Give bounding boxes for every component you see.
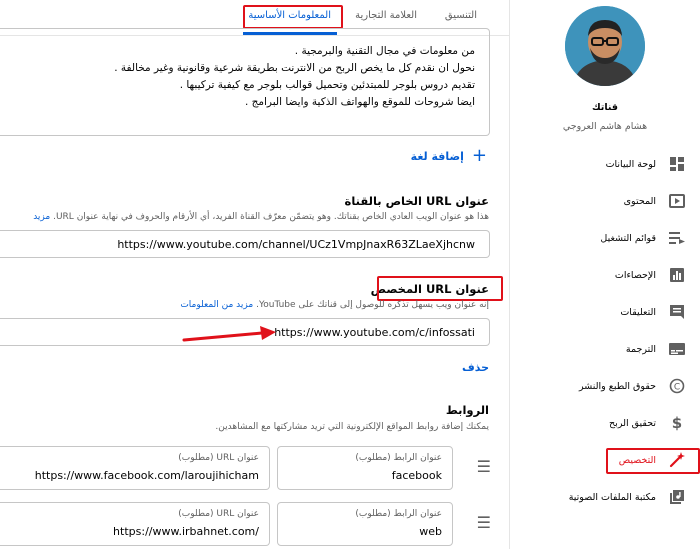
link-url-value: https://www.facebook.com/laroujihicham — [34, 469, 259, 482]
link-url-label: عنوان URL (مطلوب) — [178, 453, 259, 463]
sidebar-item-label: الإحصاءات — [614, 269, 656, 281]
sidebar-item-subtitles[interactable]: الترجمة — [510, 331, 700, 367]
link-url-field[interactable]: عنوان URL (مطلوب) /https://www.irbahnet.… — [0, 502, 270, 546]
analytics-icon — [668, 266, 686, 284]
sidebar-item-label: قوائم التشغيل — [600, 232, 656, 244]
drag-handle-icon[interactable]: ☰ — [477, 459, 491, 475]
sidebar-item-content[interactable]: المحتوى — [510, 183, 700, 219]
link-title-field[interactable]: عنوان الرابط (مطلوب) web — [277, 502, 453, 546]
playlist-icon — [668, 229, 686, 247]
link-title-label: عنوان الرابط (مطلوب) — [355, 453, 442, 463]
subtitles-icon — [668, 340, 686, 358]
tab-layout[interactable]: التنسيق — [445, 10, 477, 21]
content-icon — [668, 192, 686, 210]
links-title: الروابط — [445, 403, 489, 417]
highlight-box-custom-url — [377, 276, 503, 301]
description-line: تقديم دروس بلوجر للمبتدئين وتحميل قوالب … — [179, 79, 475, 91]
dashboard-icon — [668, 155, 686, 173]
sidebar-item-label: الترجمة — [625, 343, 656, 355]
sidebar-item-playlists[interactable]: قوائم التشغيل — [510, 220, 700, 256]
custom-url-desc-text: إنه عنوان ويب يسهل تذكره للوصول إلى قنات… — [256, 300, 489, 310]
sidebar-item-label: مكتبة الملفات الصوتية — [568, 491, 656, 503]
add-language-button[interactable]: + إضافة لغة — [410, 145, 487, 166]
description-line: من معلومات في مجال التقنية والبرمجية . — [294, 45, 475, 57]
channel-url-more-link[interactable]: مزيد — [33, 212, 50, 222]
svg-text:C: C — [674, 383, 680, 393]
link-title-value: web — [419, 525, 442, 538]
sidebar-item-dashboard[interactable]: لوحة البيانات — [510, 146, 700, 182]
sidebar-item-label: تحقيق الربح — [609, 417, 656, 429]
sidebar-item-audio-library[interactable]: مكتبة الملفات الصوتية — [510, 479, 700, 515]
links-desc: يمكنك إضافة روابط المواقع الإلكترونية ال… — [215, 422, 489, 432]
sidebar-item-comments[interactable]: التعليقات — [510, 294, 700, 330]
avatar[interactable] — [565, 6, 645, 86]
sidebar-item-copyright[interactable]: حقوق الطبع والنشر C — [510, 368, 700, 404]
link-title-value: facebook — [391, 469, 442, 482]
channel-title: قناتك — [591, 102, 619, 113]
highlight-box-customization — [606, 448, 700, 474]
highlight-box-tab — [243, 5, 343, 29]
plus-icon: + — [471, 145, 487, 166]
custom-url-more-link[interactable]: مزيد من المعلومات — [180, 300, 253, 310]
custom-url-desc: إنه عنوان ويب يسهل تذكره للوصول إلى قنات… — [180, 300, 489, 310]
channel-name: هشام هاشم العروجي — [562, 121, 648, 132]
sidebar: قناتك هشام هاشم العروجي لوحة البيانات ال… — [510, 0, 700, 549]
link-url-label: عنوان URL (مطلوب) — [178, 509, 259, 519]
link-url-field[interactable]: عنوان URL (مطلوب) https://www.facebook.c… — [0, 446, 270, 490]
channel-url-field[interactable]: https://www.youtube.com/channel/UCz1VmpJ… — [0, 230, 490, 258]
sidebar-item-monetization[interactable]: تحقيق الربح $ — [510, 405, 700, 441]
link-title-label: عنوان الرابط (مطلوب) — [355, 509, 442, 519]
dollar-icon: $ — [671, 414, 683, 432]
audio-library-icon — [668, 488, 686, 506]
channel-url-desc-text: هذا هو عنوان الويب العادي الخاص بقناتك. … — [53, 212, 489, 222]
link-title-field[interactable]: عنوان الرابط (مطلوب) facebook — [277, 446, 453, 490]
sidebar-item-label: حقوق الطبع والنشر — [579, 380, 656, 392]
copyright-icon: C — [668, 377, 686, 395]
channel-url-title: عنوان URL الخاص بالقناة — [344, 194, 489, 208]
drag-handle-icon[interactable]: ☰ — [477, 515, 491, 531]
main-content: التنسيق العلامة التجارية المعلومات الأسا… — [0, 0, 510, 549]
sidebar-item-label: التعليقات — [620, 306, 656, 318]
sidebar-item-label: لوحة البيانات — [605, 158, 656, 170]
sidebar-item-analytics[interactable]: الإحصاءات — [510, 257, 700, 293]
comments-icon — [668, 303, 686, 321]
channel-url-desc: هذا هو عنوان الويب العادي الخاص بقناتك. … — [33, 212, 489, 222]
red-arrow-annotation — [182, 326, 276, 342]
description-textarea[interactable]: من معلومات في مجال التقنية والبرمجية . ن… — [0, 28, 490, 136]
delete-custom-url-button[interactable]: حذف — [462, 361, 489, 374]
tab-branding[interactable]: العلامة التجارية — [355, 10, 417, 21]
description-line: نحول ان نقدم كل ما يخص الربح من الانترنت… — [114, 62, 475, 74]
add-language-label: إضافة لغة — [410, 149, 464, 163]
sidebar-item-label: المحتوى — [623, 195, 656, 207]
link-url-value: /https://www.irbahnet.com — [113, 525, 259, 538]
description-line: ايضا شروحات للموقع والهواتف الذكية وايضا… — [244, 96, 475, 108]
